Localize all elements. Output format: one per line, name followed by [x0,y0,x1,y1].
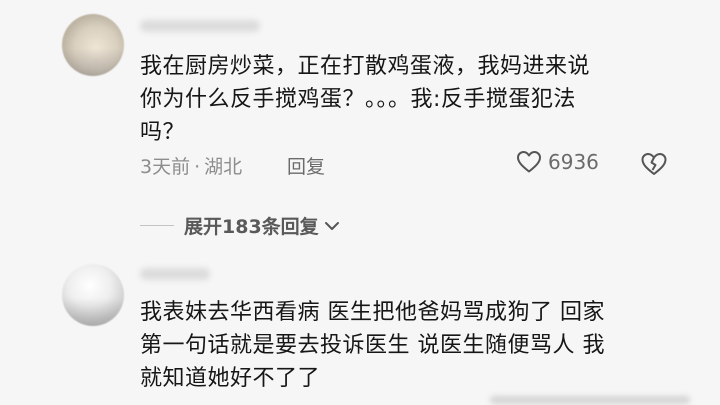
comment-line: 我表妹去华西看病 医生把他爸妈骂成狗了 回家 [140,300,605,325]
comment-location: 湖北 [204,156,243,178]
heart-outline-icon [517,151,541,173]
like-button[interactable]: 6936 [516,150,599,174]
broken-heart-icon [641,153,667,175]
avatar[interactable] [62,14,124,76]
chevron-down-icon [324,221,339,230]
comment-time: 3天前 [140,156,191,178]
expand-replies-label: 展开183条回复 [184,216,319,238]
like-count: 6936 [548,150,599,174]
comment-line: 你为什么反手搅鸡蛋？。。。我:反手搅蛋犯法 [140,87,576,112]
divider [140,225,174,226]
comment-text: 我在厨房炒菜，正在打散鸡蛋液，我妈进来说 你为什么反手搅鸡蛋？。。。我:反手搅蛋… [140,50,660,149]
comment-line: 就知道她好不了了 [140,366,321,391]
avatar[interactable] [62,264,124,326]
comment-text: 我表妹去华西看病 医生把他爸妈骂成狗了 回家 第一句话就是要去投诉医生 说医生随… [140,296,660,395]
watermark-blurred [490,396,690,404]
comment-meta: 3天前 · 湖北 [140,156,243,178]
comment-line: 吗？ [140,120,186,145]
dislike-button[interactable] [640,151,668,181]
comment-line: 我在厨房炒菜，正在打散鸡蛋液，我妈进来说 [140,54,591,79]
expand-replies-button[interactable]: 展开183条回复 [140,212,341,239]
username-blurred[interactable] [140,268,210,280]
comment-line: 第一句话就是要去投诉医生 说医生随便骂人 我 [140,333,605,358]
reply-button[interactable]: 回复 [287,152,325,179]
username-blurred[interactable] [140,20,260,32]
